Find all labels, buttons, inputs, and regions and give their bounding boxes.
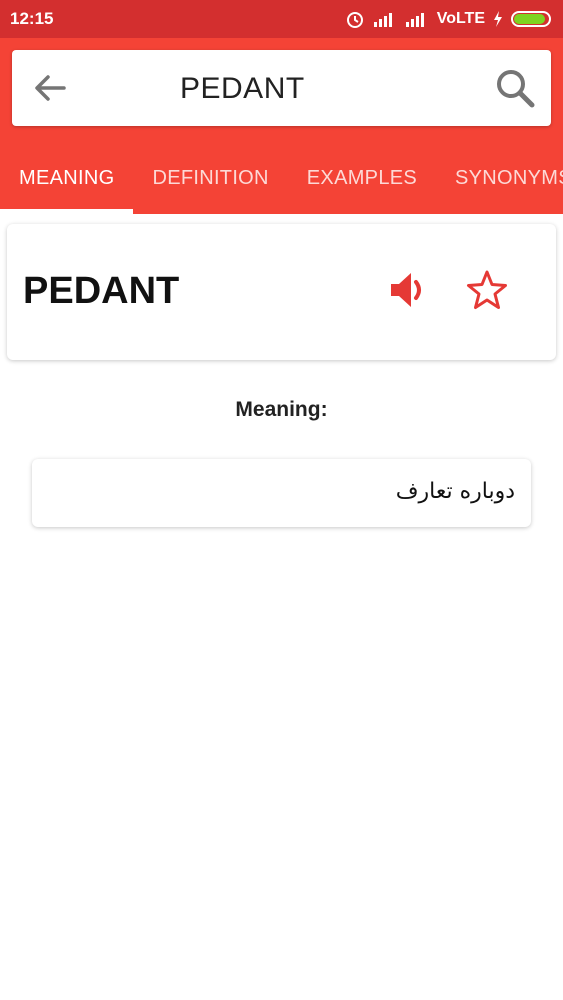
word-title: PEDANT [23,270,180,312]
search-input[interactable]: PEDANT [180,72,305,106]
network-label: VoLTE [436,10,485,27]
meaning-heading: Meaning: [235,398,328,421]
alarm-icon [346,12,363,28]
search-icon[interactable] [493,66,537,110]
word-card: PEDANT [7,224,556,360]
meaning-card: دوباره تعارف [32,459,531,527]
signal-icon [373,13,392,27]
tab-bar: MEANING DEFINITION EXAMPLES SYNONYMS [0,160,563,214]
status-bar: 12:15 VoLTE [0,0,563,38]
signal-icon [405,13,424,27]
tab-definition[interactable]: DEFINITION [133,160,287,214]
tab-examples[interactable]: EXAMPLES [288,160,436,214]
tab-meaning[interactable]: MEANING [0,160,134,214]
tab-synonyms[interactable]: SYNONYMS [436,160,563,214]
arrow-left-icon[interactable] [30,68,70,108]
speaker-icon[interactable] [387,268,431,312]
star-outline-icon[interactable] [465,268,509,312]
battery-icon [511,11,551,27]
charging-icon [494,11,502,27]
app-bar: PEDANT MEANING DEFINITION EXAMPLES SYNON… [0,38,563,214]
status-icons: VoLTE [345,9,551,29]
status-time: 12:15 [10,9,54,28]
meaning-text: دوباره تعارف [395,479,515,504]
search-box[interactable]: PEDANT [12,50,551,126]
battery-fill [514,14,545,24]
